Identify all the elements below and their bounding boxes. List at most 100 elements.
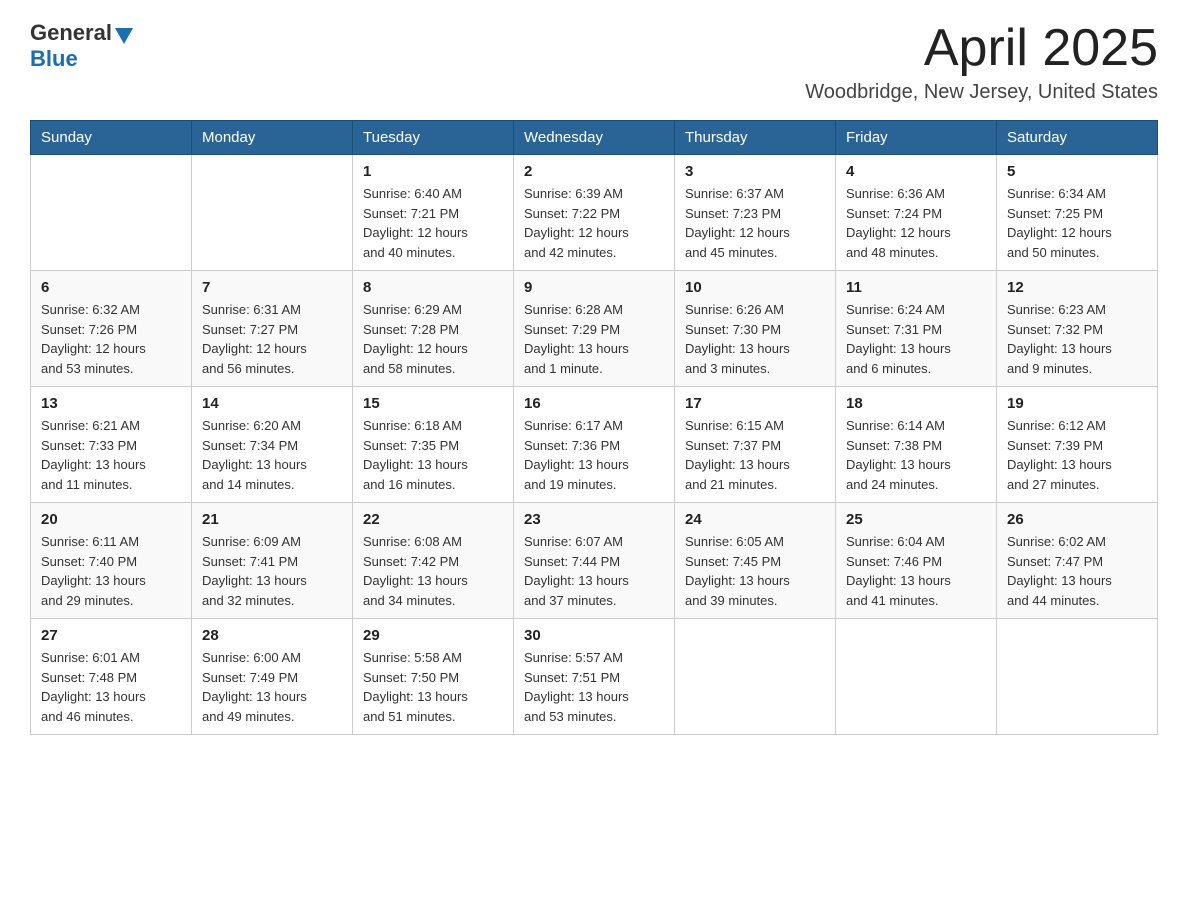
day-info: Sunrise: 6:01 AM Sunset: 7:48 PM Dayligh… [41, 648, 181, 726]
day-info: Sunrise: 6:15 AM Sunset: 7:37 PM Dayligh… [685, 416, 825, 494]
day-number: 27 [41, 627, 181, 644]
day-number: 25 [846, 511, 986, 528]
day-info: Sunrise: 6:02 AM Sunset: 7:47 PM Dayligh… [1007, 532, 1147, 610]
day-number: 16 [524, 395, 664, 412]
calendar-cell [836, 619, 997, 735]
day-number: 7 [202, 279, 342, 296]
day-info: Sunrise: 6:28 AM Sunset: 7:29 PM Dayligh… [524, 300, 664, 378]
calendar-cell: 20 Sunrise: 6:11 AM Sunset: 7:40 PM Dayli… [31, 503, 192, 619]
day-number: 30 [524, 627, 664, 644]
day-number: 19 [1007, 395, 1147, 412]
day-number: 8 [363, 279, 503, 296]
title-block: April 2025 Woodbridge, New Jersey, Unite… [805, 20, 1158, 104]
day-info: Sunrise: 6:12 AM Sunset: 7:39 PM Dayligh… [1007, 416, 1147, 494]
calendar-cell: 16 Sunrise: 6:17 AM Sunset: 7:36 PM Dayli… [514, 387, 675, 503]
day-info: Sunrise: 6:08 AM Sunset: 7:42 PM Dayligh… [363, 532, 503, 610]
calendar-cell: 21Sunrise: 6:09 AM Sunset: 7:41 PM Dayli… [192, 503, 353, 619]
day-info: Sunrise: 6:39 AM Sunset: 7:22 PM Dayligh… [524, 184, 664, 262]
calendar-cell: 15Sunrise: 6:18 AM Sunset: 7:35 PM Dayli… [353, 387, 514, 503]
logo-blue-text: Blue [30, 46, 78, 72]
calendar-cell: 24 Sunrise: 6:05 AM Sunset: 7:45 PM Dayli… [675, 503, 836, 619]
column-header-tuesday: Tuesday [353, 121, 514, 155]
day-number: 14 [202, 395, 342, 412]
day-info: Sunrise: 6:07 AM Sunset: 7:44 PM Dayligh… [524, 532, 664, 610]
calendar-cell: 1 Sunrise: 6:40 AM Sunset: 7:21 PM Daylig… [353, 155, 514, 271]
calendar-cell: 9 Sunrise: 6:28 AM Sunset: 7:29 PM Daylig… [514, 271, 675, 387]
day-info: Sunrise: 6:11 AM Sunset: 7:40 PM Dayligh… [41, 532, 181, 610]
day-info: Sunrise: 6:04 AM Sunset: 7:46 PM Dayligh… [846, 532, 986, 610]
day-info: Sunrise: 6:21 AM Sunset: 7:33 PM Dayligh… [41, 416, 181, 494]
calendar-cell [675, 619, 836, 735]
calendar-cell: 3Sunrise: 6:37 AM Sunset: 7:23 PM Daylig… [675, 155, 836, 271]
day-number: 10 [685, 279, 825, 296]
column-header-friday: Friday [836, 121, 997, 155]
calendar-header-row: SundayMondayTuesdayWednesdayThursdayFrid… [31, 121, 1158, 155]
day-info: Sunrise: 6:40 AM Sunset: 7:21 PM Dayligh… [363, 184, 503, 262]
day-number: 24 [685, 511, 825, 528]
column-header-thursday: Thursday [675, 121, 836, 155]
calendar-cell: 6 Sunrise: 6:32 AM Sunset: 7:26 PM Daylig… [31, 271, 192, 387]
calendar-cell: 22 Sunrise: 6:08 AM Sunset: 7:42 PM Dayli… [353, 503, 514, 619]
day-number: 18 [846, 395, 986, 412]
calendar-cell: 18 Sunrise: 6:14 AM Sunset: 7:38 PM Dayli… [836, 387, 997, 503]
calendar-week-row: 20 Sunrise: 6:11 AM Sunset: 7:40 PM Dayli… [31, 503, 1158, 619]
day-number: 22 [363, 511, 503, 528]
calendar-cell: 14 Sunrise: 6:20 AM Sunset: 7:34 PM Dayli… [192, 387, 353, 503]
calendar-table: SundayMondayTuesdayWednesdayThursdayFrid… [30, 120, 1158, 735]
calendar-cell: 4Sunrise: 6:36 AM Sunset: 7:24 PM Daylig… [836, 155, 997, 271]
day-info: Sunrise: 5:57 AM Sunset: 7:51 PM Dayligh… [524, 648, 664, 726]
calendar-cell: 7 Sunrise: 6:31 AM Sunset: 7:27 PM Daylig… [192, 271, 353, 387]
day-number: 21 [202, 511, 342, 528]
calendar-cell: 25 Sunrise: 6:04 AM Sunset: 7:46 PM Dayli… [836, 503, 997, 619]
day-number: 6 [41, 279, 181, 296]
day-number: 20 [41, 511, 181, 528]
day-number: 2 [524, 163, 664, 180]
calendar-week-row: 27 Sunrise: 6:01 AM Sunset: 7:48 PM Dayli… [31, 619, 1158, 735]
logo-arrow-icon [115, 28, 133, 44]
day-info: Sunrise: 6:34 AM Sunset: 7:25 PM Dayligh… [1007, 184, 1147, 262]
calendar-cell: 13 Sunrise: 6:21 AM Sunset: 7:33 PM Dayli… [31, 387, 192, 503]
calendar-week-row: 6 Sunrise: 6:32 AM Sunset: 7:26 PM Daylig… [31, 271, 1158, 387]
day-number: 17 [685, 395, 825, 412]
day-info: Sunrise: 6:26 AM Sunset: 7:30 PM Dayligh… [685, 300, 825, 378]
calendar-cell: 29Sunrise: 5:58 AM Sunset: 7:50 PM Dayli… [353, 619, 514, 735]
day-info: Sunrise: 6:31 AM Sunset: 7:27 PM Dayligh… [202, 300, 342, 378]
calendar-cell: 28Sunrise: 6:00 AM Sunset: 7:49 PM Dayli… [192, 619, 353, 735]
calendar-cell: 30 Sunrise: 5:57 AM Sunset: 7:51 PM Dayli… [514, 619, 675, 735]
day-info: Sunrise: 6:32 AM Sunset: 7:26 PM Dayligh… [41, 300, 181, 378]
day-number: 15 [363, 395, 503, 412]
day-number: 1 [363, 163, 503, 180]
calendar-cell: 5Sunrise: 6:34 AM Sunset: 7:25 PM Daylig… [997, 155, 1158, 271]
calendar-cell: 2 Sunrise: 6:39 AM Sunset: 7:22 PM Daylig… [514, 155, 675, 271]
day-info: Sunrise: 6:23 AM Sunset: 7:32 PM Dayligh… [1007, 300, 1147, 378]
column-header-saturday: Saturday [997, 121, 1158, 155]
day-info: Sunrise: 6:29 AM Sunset: 7:28 PM Dayligh… [363, 300, 503, 378]
calendar-cell: 26 Sunrise: 6:02 AM Sunset: 7:47 PM Dayli… [997, 503, 1158, 619]
day-number: 11 [846, 279, 986, 296]
calendar-cell: 23 Sunrise: 6:07 AM Sunset: 7:44 PM Dayli… [514, 503, 675, 619]
calendar-cell: 17 Sunrise: 6:15 AM Sunset: 7:37 PM Dayli… [675, 387, 836, 503]
day-info: Sunrise: 6:14 AM Sunset: 7:38 PM Dayligh… [846, 416, 986, 494]
logo: General Blue [30, 20, 133, 72]
day-info: Sunrise: 6:05 AM Sunset: 7:45 PM Dayligh… [685, 532, 825, 610]
day-info: Sunrise: 6:36 AM Sunset: 7:24 PM Dayligh… [846, 184, 986, 262]
day-number: 23 [524, 511, 664, 528]
day-number: 13 [41, 395, 181, 412]
logo-general-text: General [30, 20, 112, 46]
day-info: Sunrise: 6:37 AM Sunset: 7:23 PM Dayligh… [685, 184, 825, 262]
calendar-cell: 19 Sunrise: 6:12 AM Sunset: 7:39 PM Dayli… [997, 387, 1158, 503]
day-number: 12 [1007, 279, 1147, 296]
calendar-cell: 10 Sunrise: 6:26 AM Sunset: 7:30 PM Dayli… [675, 271, 836, 387]
day-number: 26 [1007, 511, 1147, 528]
day-info: Sunrise: 6:20 AM Sunset: 7:34 PM Dayligh… [202, 416, 342, 494]
day-info: Sunrise: 5:58 AM Sunset: 7:50 PM Dayligh… [363, 648, 503, 726]
day-number: 9 [524, 279, 664, 296]
calendar-cell [192, 155, 353, 271]
day-info: Sunrise: 6:24 AM Sunset: 7:31 PM Dayligh… [846, 300, 986, 378]
day-info: Sunrise: 6:00 AM Sunset: 7:49 PM Dayligh… [202, 648, 342, 726]
page-header: General Blue April 2025 Woodbridge, New … [30, 20, 1158, 104]
calendar-week-row: 13 Sunrise: 6:21 AM Sunset: 7:33 PM Dayli… [31, 387, 1158, 503]
day-info: Sunrise: 6:17 AM Sunset: 7:36 PM Dayligh… [524, 416, 664, 494]
calendar-cell [31, 155, 192, 271]
calendar-cell: 27 Sunrise: 6:01 AM Sunset: 7:48 PM Dayli… [31, 619, 192, 735]
